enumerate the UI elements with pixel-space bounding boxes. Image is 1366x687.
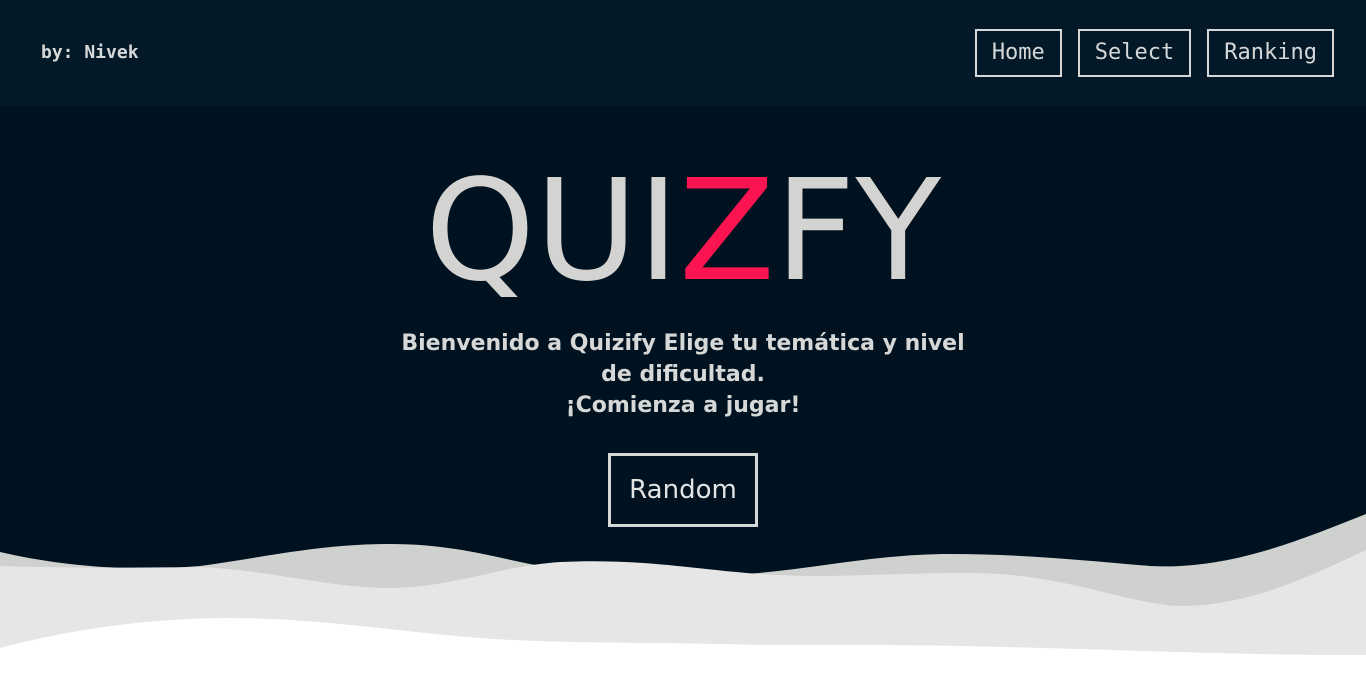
nav-home-button[interactable]: Home: [974, 29, 1062, 77]
logo-text-start: QUI: [425, 150, 679, 313]
nav-select-button[interactable]: Select: [1077, 29, 1192, 77]
main-nav: Home Select Ranking: [974, 29, 1334, 77]
nav-ranking-button[interactable]: Ranking: [1207, 29, 1334, 77]
logo-text-end: FY: [774, 150, 941, 313]
decorative-waves: [0, 514, 1366, 687]
welcome-line-1: Bienvenido a Quizify Elige tu temática y…: [401, 331, 965, 356]
author-byline: by: Nivek: [41, 42, 139, 63]
quizfy-logo: QUIZFY: [0, 152, 1366, 312]
logo-accent-letter: Z: [679, 150, 775, 313]
welcome-line-2: de dificultad.: [601, 362, 765, 387]
top-bar: by: Nivek Home Select Ranking: [0, 0, 1366, 106]
welcome-message: Bienvenido a Quizify Elige tu temática y…: [0, 328, 1366, 421]
welcome-line-3: ¡Comienza a jugar!: [565, 393, 801, 418]
page: by: Nivek Home Select Ranking QUIZFY Bie…: [0, 0, 1366, 687]
